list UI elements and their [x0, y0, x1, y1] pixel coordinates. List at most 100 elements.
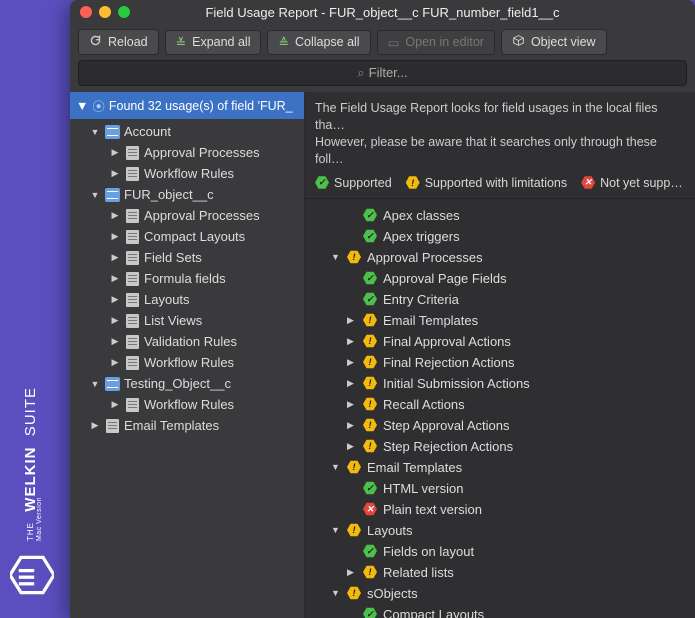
support-item[interactable]: Apex triggers — [307, 226, 693, 247]
usages-root[interactable]: ▼ ⦿ Found 32 usage(s) of field 'FUR_ — [70, 92, 304, 119]
support-item[interactable]: Approval Page Fields — [307, 268, 693, 289]
chevron-icon: ▼ — [331, 462, 341, 472]
support-item-label: Layouts — [367, 523, 413, 538]
support-item[interactable]: Plain text version — [307, 499, 693, 520]
chevron-icon: ▶ — [90, 420, 100, 431]
object-view-button[interactable]: Object view — [501, 29, 607, 55]
status-legend: Supported Supported with limitations Not… — [305, 172, 695, 199]
status-yellow-icon — [363, 376, 377, 390]
target-icon: ⦿ — [92, 96, 105, 115]
tree-node[interactable]: ▶ Workflow Rules — [70, 163, 304, 184]
tree-node[interactable]: ▶ Validation Rules — [70, 331, 304, 352]
support-item[interactable]: ▼ Layouts — [307, 520, 693, 541]
search-icon: ⌕ — [357, 65, 364, 80]
file-icon — [124, 313, 140, 329]
file-icon — [124, 166, 140, 182]
expand-all-button[interactable]: ≚ Expand all — [165, 30, 262, 55]
zoom-window-button[interactable] — [118, 6, 130, 18]
reload-button[interactable]: Reload — [78, 29, 159, 55]
tree-node-label: Workflow Rules — [144, 397, 234, 412]
support-item[interactable]: Compact Layouts — [307, 604, 693, 618]
support-item[interactable]: Entry Criteria — [307, 289, 693, 310]
status-green-icon — [363, 229, 377, 243]
status-green-icon — [363, 544, 377, 558]
brand-sidebar: THE WELKIN SUITE Mac Version — [10, 387, 54, 600]
left-tree[interactable]: ▼ Account▶ Approval Processes▶ Workflow … — [70, 119, 304, 618]
tree-node[interactable]: ▶ Field Sets — [70, 247, 304, 268]
support-item[interactable]: ▶Step Approval Actions — [307, 415, 693, 436]
status-yellow-icon — [363, 334, 377, 348]
support-item-label: Apex triggers — [383, 229, 460, 244]
open-in-editor-button[interactable]: ▭ Open in editor — [377, 30, 495, 55]
support-item-label: sObjects — [367, 586, 418, 601]
support-item[interactable]: ▶ Related lists — [307, 562, 693, 583]
chevron-icon: ▼ — [90, 379, 100, 389]
tree-node[interactable]: ▶ Approval Processes — [70, 142, 304, 163]
support-item[interactable]: ▶ Initial Submission Actions — [307, 373, 693, 394]
tree-node-label: Email Templates — [124, 418, 219, 433]
tree-node[interactable]: ▶ Workflow Rules — [70, 352, 304, 373]
chevron-icon: ▼ — [331, 525, 341, 535]
file-icon — [124, 355, 140, 371]
tree-node[interactable]: ▶ Email Templates — [70, 415, 304, 436]
support-item[interactable]: ▼Approval Processes — [307, 247, 693, 268]
tree-node[interactable]: ▶ Compact Layouts — [70, 226, 304, 247]
not-supported-icon — [581, 176, 595, 190]
support-item[interactable]: HTML version — [307, 478, 693, 499]
right-tree[interactable]: Apex classes Apex triggers ▼Approval Proce… — [305, 199, 695, 618]
close-window-button[interactable] — [80, 6, 92, 18]
chevron-icon: ▼ — [90, 127, 100, 137]
minimize-window-button[interactable] — [99, 6, 111, 18]
supported-icon — [315, 176, 329, 190]
support-item[interactable]: Apex classes — [307, 205, 693, 226]
tree-node-label: Compact Layouts — [144, 229, 245, 244]
chevron-right-icon: ▶ — [110, 252, 120, 263]
tree-node[interactable]: ▼ FUR_object__c — [70, 184, 304, 205]
chevron-icon: ▶ — [347, 399, 357, 410]
filter-input[interactable]: ⌕Filter... — [78, 60, 687, 86]
chevron-icon: ▶ — [347, 378, 357, 389]
support-item[interactable]: ▶Email Templates — [307, 310, 693, 331]
support-item[interactable]: Fields on layout — [307, 541, 693, 562]
support-item-label: HTML version — [383, 481, 463, 496]
support-item-label: Initial Submission Actions — [383, 376, 530, 391]
brand-logo-icon — [10, 553, 54, 600]
tree-node-label: Testing_Object__c — [124, 376, 231, 391]
support-item-label: Fields on layout — [383, 544, 474, 559]
support-item-label: Plain text version — [383, 502, 482, 517]
chevron-right-icon: ▶ — [110, 210, 120, 221]
chevron-right-icon: ▶ — [110, 315, 120, 326]
chevron-right-icon: ▶ — [110, 294, 120, 305]
chevron-right-icon: ▶ — [110, 168, 120, 179]
chevron-right-icon: ▶ — [110, 357, 120, 368]
object-icon — [104, 124, 120, 140]
file-icon — [124, 229, 140, 245]
tree-node[interactable]: ▼ Testing_Object__c — [70, 373, 304, 394]
support-item[interactable]: ▼ Email Templates — [307, 457, 693, 478]
support-item-label: Approval Page Fields — [383, 271, 507, 286]
tree-node[interactable]: ▼ Account — [70, 121, 304, 142]
tree-node[interactable]: ▶ Formula fields — [70, 268, 304, 289]
support-item[interactable]: ▼sObjects — [307, 583, 693, 604]
status-yellow-icon — [363, 439, 377, 453]
support-item-label: Related lists — [383, 565, 454, 580]
chevron-icon: ▶ — [347, 441, 357, 452]
support-item[interactable]: ▶Step Rejection Actions — [307, 436, 693, 457]
status-red-icon — [363, 502, 377, 516]
status-yellow-icon — [363, 313, 377, 327]
support-item[interactable]: ▶Final Rejection Actions — [307, 352, 693, 373]
tree-node[interactable]: ▶ Layouts — [70, 289, 304, 310]
chevron-icon: ▶ — [347, 567, 357, 578]
support-item[interactable]: ▶Recall Actions — [307, 394, 693, 415]
tree-node[interactable]: ▶ List Views — [70, 310, 304, 331]
tree-node[interactable]: ▶ Workflow Rules — [70, 394, 304, 415]
toolbar: Reload ≚ Expand all ≙ Collapse all ▭ Ope… — [70, 24, 695, 60]
reload-icon — [89, 34, 102, 50]
collapse-all-button[interactable]: ≙ Collapse all — [267, 30, 370, 55]
tree-node-label: Approval Processes — [144, 145, 260, 160]
support-item[interactable]: ▶Final Approval Actions — [307, 331, 693, 352]
tree-node-label: Workflow Rules — [144, 166, 234, 181]
support-item-label: Email Templates — [367, 460, 462, 475]
chevron-icon: ▼ — [331, 252, 341, 262]
tree-node[interactable]: ▶ Approval Processes — [70, 205, 304, 226]
